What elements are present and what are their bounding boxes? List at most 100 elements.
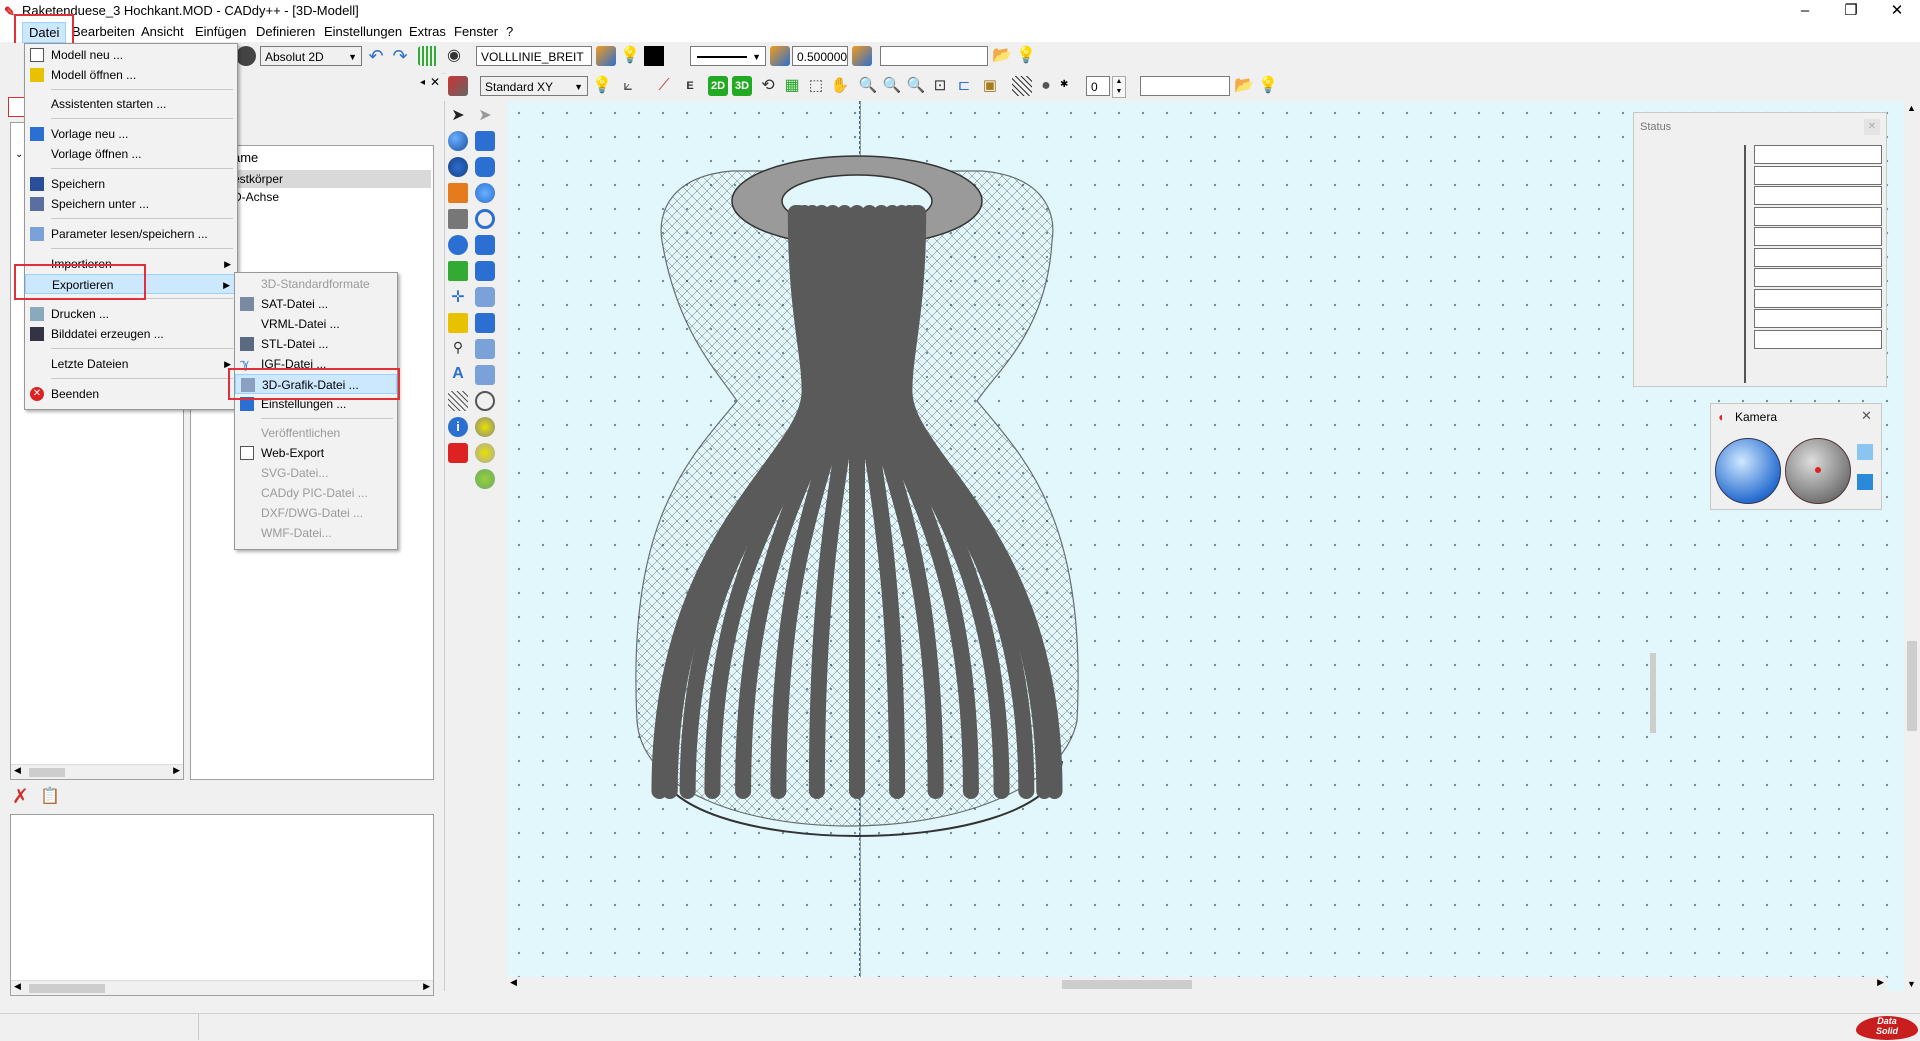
mode-select[interactable]: Absolut 2D ▼ [260,46,362,66]
color-swatch-icon[interactable] [644,46,664,66]
layer-icon[interactable] [596,46,616,66]
cylinder-tool-icon[interactable] [448,157,468,177]
eraser-icon[interactable] [448,443,468,463]
text-tool-icon[interactable]: A [448,365,468,385]
tree-item-selected[interactable]: estkörper [231,170,431,188]
menu-item-vorlage-oeffnen[interactable]: Vorlage öffnen ... [25,144,237,164]
lightbulb-icon[interactable]: 💡 [1016,46,1036,66]
scroll-right-icon[interactable]: ▶ [423,981,430,992]
horizontal-scrollbar[interactable]: ◀ ▶ [11,764,183,779]
pan-hand-icon[interactable]: ✋ [830,76,850,96]
hatch-icon[interactable] [1012,76,1032,96]
menu-item-modell-neu[interactable]: Modell neu ... [25,45,237,65]
extrude-tool-icon[interactable] [475,235,495,255]
select-arrow-icon[interactable]: ➤ [448,105,468,125]
camera-cube-icon[interactable] [1857,444,1873,460]
folder-icon[interactable]: 📂 [992,46,1012,66]
zoom-window-icon[interactable]: ⬚ [806,76,826,96]
ring-tool-icon[interactable] [475,391,495,411]
menu-item-speichern-unter[interactable]: Speichern unter ... [25,194,237,214]
menu-item-letzte-dateien[interactable]: Letzte Dateien ▶ [25,354,237,374]
folder-icon[interactable]: 📂 [1234,76,1254,96]
menu-fenster[interactable]: Fenster [454,24,498,39]
snap-tool-icon[interactable] [448,313,468,333]
menu-extras[interactable]: Extras [409,24,446,39]
linetype-field[interactable]: VOLLLINIE_BREIT [476,46,592,66]
shell-tool-icon[interactable] [475,339,495,359]
menu-item-modell-oeffnen[interactable]: Modell öffnen ... [25,65,237,85]
scroll-right-icon[interactable]: ▶ [173,765,180,776]
menu-item-speichern[interactable]: Speichern [25,174,237,194]
menu-ansicht[interactable]: Ansicht [141,24,184,39]
submenu-item-web-export[interactable]: Web-Export [235,443,397,463]
sweep-tool-icon[interactable] [475,261,495,281]
section-icon[interactable]: ⊏ [954,76,974,96]
empty-field[interactable] [880,46,988,66]
rotate-tool-icon[interactable] [448,235,468,255]
menu-item-parameter[interactable]: Parameter lesen/speichern ... [25,224,237,244]
scrollbar-thumb[interactable] [1650,653,1656,733]
scroll-down-icon[interactable]: ▼ [1907,979,1916,989]
color-tool-icon[interactable] [475,469,495,489]
edge-icon[interactable]: E [680,76,700,96]
solid-icon[interactable] [448,76,468,96]
measure-icon[interactable]: ⟋ [654,76,674,96]
torus-tool-icon[interactable] [475,209,495,229]
hatch-tool-icon[interactable] [448,391,468,411]
menu-bearbeiten[interactable]: Bearbeiten [72,24,135,39]
menu-item-drucken[interactable]: Drucken ... [25,304,237,324]
grid-icon[interactable] [418,46,438,66]
menu-item-vorlage-neu[interactable]: Vorlage neu ... [25,124,237,144]
cylinder-solid-icon[interactable] [475,157,495,177]
sphere-solid-icon[interactable] [475,183,495,203]
menu-item-bilddatei[interactable]: Bilddatei erzeugen ... [25,324,237,344]
scroll-left-icon[interactable]: ◀ [14,765,21,776]
layer-icon[interactable] [770,46,790,66]
linestyle-select[interactable]: ▼ [690,46,766,66]
right-scrollbar[interactable]: ▲ ▼ [1904,101,1920,991]
cube-tool-icon[interactable] [475,131,495,151]
info-icon[interactable]: i [448,417,468,437]
line-width-field[interactable]: 0.500000 [792,46,848,66]
select-arrow-light-icon[interactable]: ➤ [475,105,495,125]
render-sphere-icon[interactable]: ● [1036,76,1056,96]
boolean-tool-icon[interactable] [475,313,495,333]
sphere-tool-icon[interactable] [448,131,468,151]
menu-item-assistenten[interactable]: Assistenten starten ... [25,94,237,114]
material-tool-icon[interactable] [475,417,495,437]
spinner-field[interactable]: 0 [1086,76,1110,96]
close-button[interactable]: ✕ [1874,0,1920,22]
horizontal-scrollbar[interactable]: ◀ ▶ [11,980,433,995]
scroll-left-icon[interactable]: ◀ [510,977,517,988]
lightbulb-icon[interactable]: 💡 [620,46,640,66]
fillet-tool-icon[interactable] [475,365,495,385]
tree-item[interactable]: D-Achse [233,190,279,204]
camera-orbit-blue[interactable] [1715,438,1781,504]
camera-close-icon[interactable]: ✕ [1861,408,1872,424]
view-eye-icon[interactable]: ◉ [444,46,464,66]
scrollbar-thumb[interactable] [1062,980,1192,989]
undo-icon[interactable]: ↶ [366,46,386,66]
expand-icon[interactable]: ⌄ [15,149,23,160]
zoom-out-icon[interactable]: 🔍 [882,76,902,96]
view-2d-button[interactable]: 2D [708,76,728,96]
map-icon[interactable]: ▦ [782,76,802,96]
loft-tool-icon[interactable] [475,287,495,307]
lightbulb-icon[interactable]: 💡 [1258,76,1278,96]
dock-close-icon[interactable]: ✕ [430,75,440,89]
camera-orbit-grey[interactable] [1785,438,1851,504]
draw-line-icon[interactable] [448,261,468,281]
reference-point-icon[interactable] [236,46,256,66]
scrollbar-thumb[interactable] [29,984,105,993]
delete-icon[interactable]: ✗ [12,786,34,808]
menu-help[interactable]: ? [506,24,513,39]
zoom-extents-icon[interactable]: ⊡ [930,76,950,96]
scroll-left-icon[interactable]: ◀ [14,981,21,992]
rotate-icon[interactable]: ⟲ [758,76,778,96]
horizontal-scrollbar[interactable]: ◀ ▶ [507,977,1887,991]
submenu-item-vrml[interactable]: VRML-Datei ... [235,314,397,334]
light-tool-icon[interactable] [475,443,495,463]
scroll-up-icon[interactable]: ▲ [1907,103,1916,113]
menu-einstellungen[interactable]: Einstellungen [324,24,402,39]
view-select[interactable]: Standard XY ▼ [480,76,588,96]
